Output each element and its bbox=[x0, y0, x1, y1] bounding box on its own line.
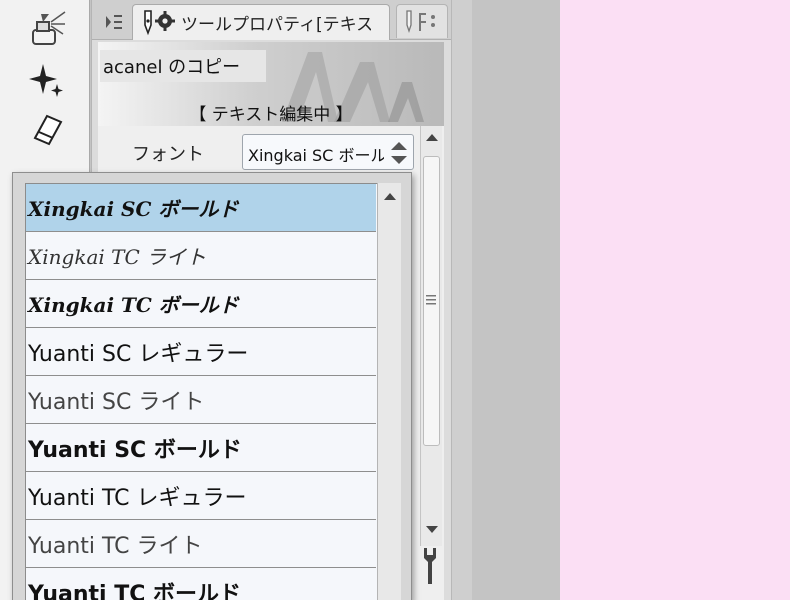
property-scrollbar[interactable] bbox=[420, 126, 442, 546]
font-list-item[interactable]: Yuanti TC ボールド bbox=[26, 568, 376, 600]
subtool-preview: acanel のコピー 【 テキスト編集中 】 bbox=[98, 42, 444, 126]
airbrush-icon[interactable] bbox=[22, 6, 72, 50]
desktop-background bbox=[560, 0, 790, 600]
panel-menu-icon[interactable] bbox=[104, 10, 124, 34]
sparkle-icon[interactable] bbox=[22, 58, 72, 102]
editing-status: 【 テキスト編集中 】 bbox=[189, 105, 353, 125]
font-list-scrollbar[interactable] bbox=[377, 183, 401, 600]
subtool-name: acanel のコピー bbox=[100, 50, 266, 82]
panel-tab-bar: ツールプロパティ[テキスト] bbox=[92, 0, 452, 40]
pen-gear-icon bbox=[139, 9, 177, 37]
tab-tool-property[interactable]: ツールプロパティ[テキスト] bbox=[132, 4, 390, 40]
eraser-icon[interactable] bbox=[22, 108, 72, 152]
font-list-item[interactable]: Yuanti SC レギュラー bbox=[26, 328, 376, 376]
font-select[interactable]: Xingkai SC ボールド bbox=[242, 134, 414, 170]
scroll-up-icon[interactable] bbox=[384, 193, 396, 200]
font-label: フォント bbox=[132, 144, 204, 165]
font-select-value: Xingkai SC ボールド bbox=[248, 146, 384, 165]
scroll-down-icon[interactable] bbox=[426, 526, 438, 533]
font-list: Xingkai SC ボールド Xingkai TC ライト Xingkai TC … bbox=[25, 183, 389, 600]
font-list-item[interactable]: Yuanti SC ライト bbox=[26, 376, 376, 424]
font-list-item[interactable]: Yuanti TC レギュラー bbox=[26, 472, 376, 520]
font-dropdown-popup: Xingkai SC ボールド Xingkai TC ライト Xingkai TC … bbox=[12, 172, 412, 600]
window-gutter bbox=[472, 0, 560, 600]
font-stepper-icon[interactable] bbox=[388, 139, 410, 167]
scroll-grip-icon bbox=[426, 295, 436, 305]
panel-edge bbox=[451, 0, 472, 600]
font-list-item[interactable]: Xingkai TC ライト bbox=[26, 232, 376, 280]
font-list-item[interactable]: Xingkai TC ボールド bbox=[26, 280, 376, 328]
scroll-up-icon[interactable] bbox=[426, 134, 438, 141]
font-list-item[interactable]: Xingkai SC ボールド bbox=[26, 184, 376, 232]
tab-sub-tool-detail[interactable] bbox=[396, 4, 448, 38]
tab-title: ツールプロパティ[テキスト] bbox=[181, 15, 371, 35]
font-list-item[interactable]: Yuanti TC ライト bbox=[26, 520, 376, 568]
wrench-icon[interactable] bbox=[418, 544, 442, 588]
font-list-item[interactable]: Yuanti SC ボールド bbox=[26, 424, 376, 472]
